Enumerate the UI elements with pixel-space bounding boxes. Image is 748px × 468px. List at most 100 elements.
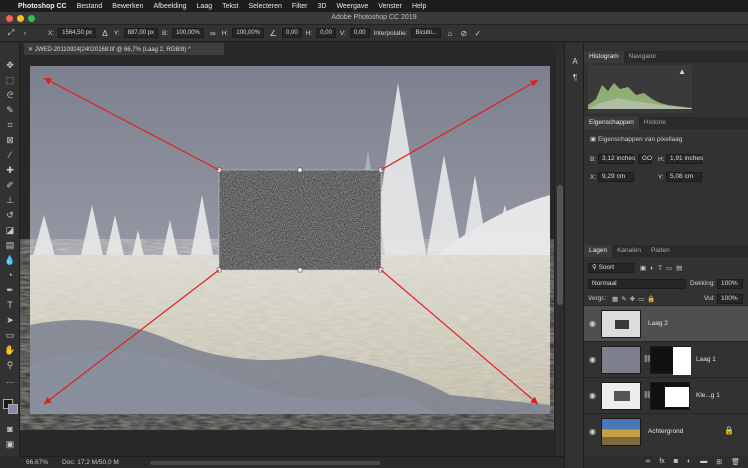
new-group-icon[interactable]: ▬ [700,458,707,465]
tab-properties[interactable]: Eigenschappen [584,117,639,129]
canvas-area[interactable] [20,55,554,456]
dodge-tool-icon[interactable]: ◔ [4,269,16,281]
histogram-warning-icon[interactable]: ▲ [678,67,686,76]
layer-filter-icons[interactable]: ▣◐T▭▤ [640,264,686,272]
menu-item-weergave[interactable]: Weergave [336,3,368,10]
transform-tool-icon[interactable]: ⤢ [6,28,16,38]
lasso-tool-icon[interactable]: ᘓ [4,89,16,101]
layer-row-laag-2[interactable]: ◉ Laag 2 [584,305,748,341]
fill-field[interactable]: 100% [717,294,743,304]
visibility-eye-icon[interactable]: ◉ [589,427,596,436]
menu-item-selecteren[interactable]: Selecteren [248,3,281,10]
y-position-field[interactable]: 887,00 px [123,28,159,38]
opacity-field[interactable]: 100% [717,279,743,289]
brush-tool-icon[interactable]: ✐ [4,179,16,191]
document-info[interactable]: Doc: 17,2 M/50,0 M [62,459,119,466]
transform-handle[interactable] [297,267,303,273]
layer-row-achtergrond[interactable]: ◉ Achtergrond 🔒 [584,413,748,449]
close-tab-icon[interactable]: ✕ [28,47,35,53]
x-position-field[interactable]: 1564,50 px [58,28,96,38]
pen-tool-icon[interactable]: ✒ [4,284,16,296]
tab-paths[interactable]: Paden [646,245,675,257]
height-field[interactable]: 100,00% [232,28,265,38]
menu-item-afbeelding[interactable]: Afbeelding [153,3,186,10]
shape-tool-icon[interactable]: ▭ [4,329,16,341]
tab-layers[interactable]: Lagen [584,245,613,257]
interpolation-select[interactable]: Bicubi... [411,28,441,38]
link-layers-icon[interactable]: ∞ [645,458,650,465]
menu-item-venster[interactable]: Venster [378,3,402,10]
cancel-icon[interactable]: ⊘ [459,28,469,38]
lock-icons[interactable]: ▦✎✥▭🔒 [612,295,658,303]
tab-histogram[interactable]: Histogram [584,51,624,63]
quick-select-tool-icon[interactable]: ✎ [4,104,16,116]
quick-mask-icon[interactable]: ◙ [4,423,16,435]
angle-field[interactable]: 0,00 [282,28,302,38]
crop-tool-icon[interactable]: ⌗ [4,119,16,131]
vskew-field[interactable]: 0,00 [349,28,370,38]
clone-stamp-tool-icon[interactable]: ⊥ [4,194,16,206]
adjustment-icon[interactable]: ◐ [687,458,691,465]
prop-width-field[interactable]: 3,12 inches [598,154,635,164]
blend-mode-select[interactable]: Normaal [588,279,686,289]
gradient-tool-icon[interactable]: ▤ [4,239,16,251]
prop-y-field[interactable]: 5,08 cm [666,172,702,182]
layer-name[interactable]: Achtergrond [648,428,683,435]
screen-mode-icon[interactable]: ▣ [4,438,16,450]
reference-point-icon[interactable]: ▫ [20,28,30,38]
visibility-eye-icon[interactable]: ◉ [589,355,596,364]
history-brush-tool-icon[interactable]: ↺ [4,209,16,221]
menu-item-3d[interactable]: 3D [317,3,326,10]
document-canvas[interactable] [20,55,554,456]
layer-name[interactable]: Laag 2 [648,320,668,327]
transform-handle[interactable] [297,167,303,173]
menu-item-laag[interactable]: Laag [197,3,213,10]
marquee-tool-icon[interactable]: ⬚ [4,74,16,86]
visibility-eye-icon[interactable]: ◉ [589,391,596,400]
paragraph-panel-icon[interactable]: ¶ [569,73,581,85]
layer-style-icon[interactable]: fx [659,458,664,465]
warp-icon[interactable]: ⌂ [445,28,455,38]
vertical-scroll-thumb[interactable] [557,185,563,305]
prop-x-field[interactable]: 9,29 cm [598,172,634,182]
tab-channels[interactable]: Kanalen [612,245,646,257]
layer-mask-thumbnail[interactable] [650,382,690,410]
healing-brush-tool-icon[interactable]: ✚ [4,164,16,176]
layer-name[interactable]: Laag 1 [696,356,716,363]
visibility-eye-icon[interactable]: ◉ [589,319,596,328]
move-tool-icon[interactable]: ✥ [4,59,16,71]
zoom-tool-icon[interactable]: ⚲ [4,359,16,371]
type-tool-icon[interactable]: T [4,299,16,311]
character-panel-icon[interactable]: A [569,57,581,69]
hskew-field[interactable]: 0,00 [316,28,336,38]
menu-item-bewerken[interactable]: Bewerken [112,3,143,10]
hand-tool-icon[interactable]: ✋ [4,344,16,356]
prop-link-button[interactable]: GO [638,154,652,164]
noise-layer-selection[interactable] [216,167,384,273]
blur-tool-icon[interactable]: 💧 [4,254,16,266]
layer-name[interactable]: Kle...g 1 [696,392,720,399]
layer-row-adjustment[interactable]: ◉ ⛓ Kle...g 1 [584,377,748,413]
zoom-level[interactable]: 66,67% [26,459,48,466]
tab-history[interactable]: Historie [639,117,671,129]
menu-app-name[interactable]: Photoshop CC [18,3,67,10]
eyedropper-tool-icon[interactable]: ⁄ [4,149,16,161]
commit-check-icon[interactable]: ✓ [473,28,483,38]
layer-filter-select[interactable]: ⚲ Soort [588,263,634,273]
vertical-scrollbar[interactable] [554,55,564,456]
menu-item-help[interactable]: Help [412,3,426,10]
document-tab[interactable]: ✕ JWED-20110924|24020168.tif @ 66,7% (La… [24,43,224,55]
add-mask-icon[interactable]: ◙ [674,458,678,465]
lock-icon[interactable]: 🔒 [724,426,734,435]
link-icon[interactable]: ∞ [208,28,218,38]
frame-tool-icon[interactable]: ⊠ [4,134,16,146]
layer-mask-thumbnail[interactable] [650,346,691,375]
background-color-swatch[interactable] [8,404,18,414]
menu-item-filter[interactable]: Filter [292,3,308,10]
layer-row-laag-1[interactable]: ◉ ⛓ Laag 1 [584,341,748,377]
prop-height-field[interactable]: 1,91 inches [666,154,703,164]
eraser-tool-icon[interactable]: ◪ [4,224,16,236]
new-layer-icon[interactable]: ⊞ [716,458,722,466]
path-select-tool-icon[interactable]: ➤ [4,314,16,326]
tab-navigator[interactable]: Navigator [624,51,662,63]
